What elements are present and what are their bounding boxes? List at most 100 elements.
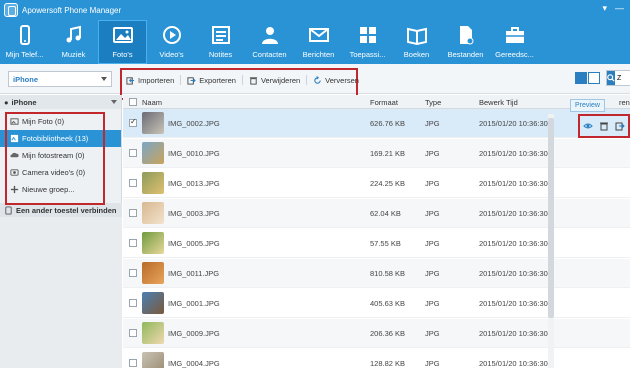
search-input[interactable] <box>615 74 630 82</box>
column-edited[interactable]: Bewerk Tijd <box>479 95 518 109</box>
export-button[interactable]: Exporteren <box>187 76 236 85</box>
window-controls: ▾ — <box>602 3 624 14</box>
select-all-checkbox[interactable] <box>129 98 137 106</box>
file-edited-time: 2015/01/20 10:36:30 <box>479 119 548 128</box>
nav-item-notes[interactable]: Notites <box>196 20 245 64</box>
nav-item-music[interactable]: Muziek <box>49 20 98 64</box>
refresh-icon <box>313 75 322 85</box>
file-name: IMG_0002.JPG <box>168 119 220 128</box>
action-separator <box>180 75 182 85</box>
nav-label: Boeken <box>403 50 430 59</box>
nav-item-toolbox[interactable]: Gereedsc... <box>490 20 539 64</box>
file-name: IMG_0010.JPG <box>168 149 220 158</box>
phone-link-icon <box>4 205 13 215</box>
app-title: Apowersoft Phone Manager <box>22 5 122 15</box>
window-minimize-button[interactable]: — <box>615 3 624 14</box>
row-tools-highlight-box <box>578 114 630 138</box>
device-select[interactable]: iPhone <box>8 71 112 87</box>
nav-item-books[interactable]: Boeken <box>392 20 441 64</box>
file-edited-time: 2015/01/20 10:36:30 <box>479 149 548 158</box>
window-menu-button[interactable]: ▾ <box>602 3 607 14</box>
import-button[interactable]: Importeren <box>126 76 174 85</box>
list-view-button[interactable] <box>588 72 600 84</box>
grid-view-button[interactable] <box>575 72 587 84</box>
column-format[interactable]: Formaat <box>370 95 398 109</box>
row-checkbox[interactable] <box>129 329 137 337</box>
nav-item-apps[interactable]: Toepassi... <box>343 20 392 64</box>
file-size: 57.55 KB <box>370 239 401 248</box>
file-size: 169.21 KB <box>370 149 406 158</box>
chevron-down-icon <box>101 77 107 81</box>
trash-icon[interactable] <box>599 121 609 131</box>
photo-thumbnail[interactable] <box>142 292 164 314</box>
file-size: 206.36 KB <box>370 329 406 338</box>
trash-icon <box>249 76 258 85</box>
row-checkbox[interactable] <box>129 149 137 157</box>
app-logo-icon <box>4 3 18 17</box>
search-box[interactable] <box>606 70 630 86</box>
photo-thumbnail[interactable] <box>142 232 164 254</box>
toolbox-icon <box>504 24 526 46</box>
nav-item-contacts[interactable]: Contacten <box>245 20 294 64</box>
video-icon <box>161 24 183 46</box>
file-name: IMG_0009.JPG <box>168 329 220 338</box>
row-checkbox[interactable] <box>129 299 137 307</box>
nav-item-files[interactable]: Bestanden <box>441 20 490 64</box>
photo-thumbnail[interactable] <box>142 112 164 134</box>
export-icon[interactable] <box>615 121 625 131</box>
nav-item-messages[interactable]: Berichten <box>294 20 343 64</box>
column-type[interactable]: Type <box>425 95 441 109</box>
photo-thumbnail[interactable] <box>142 172 164 194</box>
nav-label: Toepassi... <box>349 50 386 59</box>
row-checkbox[interactable] <box>129 209 137 217</box>
file-type: JPG <box>425 329 440 338</box>
file-size: 810.58 KB <box>370 269 406 278</box>
file-name: IMG_0005.JPG <box>168 239 220 248</box>
file-size: 128.82 KB <box>370 359 406 368</box>
sidebar-device-header[interactable]: ● iPhone <box>0 95 121 109</box>
photo-thumbnail[interactable] <box>142 352 164 368</box>
nav-item-phone[interactable]: Mijn Telef... <box>0 20 49 64</box>
sidebar-device-label: iPhone <box>11 97 37 107</box>
photo-thumbnail[interactable] <box>142 322 164 344</box>
contacts-icon <box>259 24 281 46</box>
file-edited-time: 2015/01/20 10:36:30 <box>479 269 548 278</box>
nav-label: Berichten <box>302 50 335 59</box>
column-name[interactable]: Naam <box>142 95 162 109</box>
device-select-value: iPhone <box>13 74 39 84</box>
files-icon <box>455 24 477 46</box>
file-name: IMG_0001.JPG <box>168 299 220 308</box>
file-edited-time: 2015/01/20 10:36:30 <box>479 299 548 308</box>
row-checkbox[interactable] <box>129 269 137 277</box>
photo-thumbnail[interactable] <box>142 142 164 164</box>
table-scrollbar[interactable] <box>548 114 554 368</box>
apps-icon <box>357 24 379 46</box>
nav-label: Notites <box>208 50 233 59</box>
nav-item-photo[interactable]: Foto's <box>98 20 147 64</box>
nav-label: Video's <box>159 50 184 59</box>
sidebar-empty-area <box>0 217 122 368</box>
file-type: JPG <box>425 359 440 368</box>
connect-device-button[interactable]: Een ander toestel verbinden <box>0 203 122 217</box>
header-bar: Apowersoft Phone Manager ▾ — Mijn Telef.… <box>0 0 630 64</box>
refresh-button[interactable]: Verversen <box>313 76 359 85</box>
row-checkbox[interactable] <box>129 117 137 127</box>
row-checkbox[interactable] <box>129 359 137 367</box>
action-separator <box>306 75 308 85</box>
books-icon <box>406 24 428 46</box>
column-extra[interactable]: ren <box>619 95 630 109</box>
nav-item-video[interactable]: Video's <box>147 20 196 64</box>
photo-thumbnail[interactable] <box>142 202 164 224</box>
connect-device-label: Een ander toestel verbinden <box>16 205 117 215</box>
photo-thumbnail[interactable] <box>142 262 164 284</box>
row-checkbox[interactable] <box>129 239 137 247</box>
row-checkbox[interactable] <box>129 179 137 187</box>
file-size: 62.04 KB <box>370 209 401 218</box>
eye-icon[interactable] <box>583 121 593 131</box>
file-size: 224.25 KB <box>370 179 406 188</box>
messages-icon <box>308 24 330 46</box>
trash-button[interactable]: Verwijderen <box>249 76 300 85</box>
photo-icon <box>112 24 134 46</box>
scrollbar-thumb[interactable] <box>548 118 554 318</box>
import-icon <box>126 76 135 85</box>
